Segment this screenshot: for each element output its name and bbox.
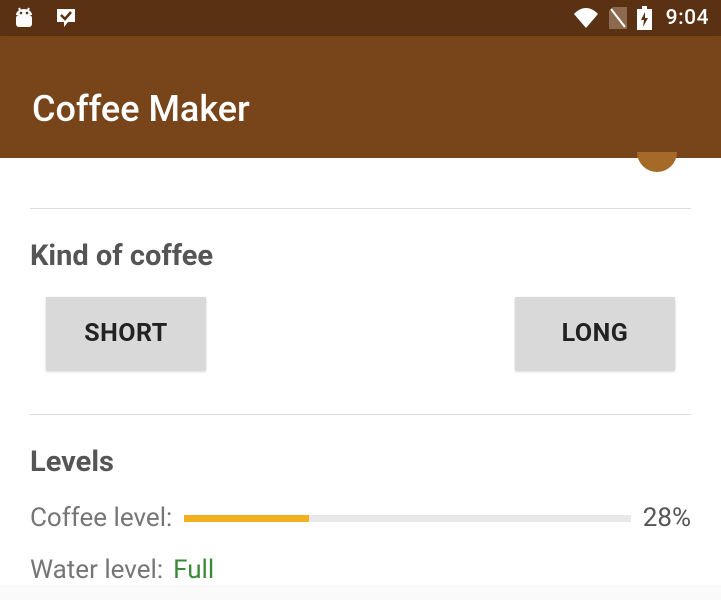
short-button[interactable]: SHORT — [46, 297, 206, 370]
no-sim-icon — [609, 7, 627, 29]
divider — [30, 208, 691, 209]
status-right: 9:04 — [573, 6, 709, 30]
android-head-icon — [12, 7, 36, 29]
kind-buttons-row: SHORT LONG — [30, 297, 691, 414]
checkmark-badge-icon — [54, 6, 78, 30]
status-bar: 9:04 — [0, 0, 721, 36]
long-button[interactable]: LONG — [515, 297, 675, 370]
coffee-level-percent: 28% — [643, 503, 691, 533]
water-level-row: Water level: Full — [30, 555, 691, 585]
page-title: Coffee Maker — [32, 88, 250, 130]
app-bar: Coffee Maker — [0, 36, 721, 158]
coffee-level-label: Coffee level: — [30, 503, 172, 533]
coffee-level-progress-fill — [184, 515, 309, 522]
status-left — [12, 6, 78, 30]
water-level-value: Full — [173, 555, 214, 585]
water-level-label: Water level: — [30, 555, 163, 585]
coffee-level-progress — [184, 515, 630, 522]
content: Kind of coffee SHORT LONG Levels Coffee … — [0, 158, 721, 585]
divider — [30, 414, 691, 415]
battery-charging-icon — [637, 6, 652, 30]
section-title-levels: Levels — [30, 445, 691, 479]
section-title-kind: Kind of coffee — [30, 239, 691, 273]
coffee-level-row: Coffee level: 28% — [30, 503, 691, 533]
status-clock: 9:04 — [666, 6, 709, 30]
wifi-icon — [573, 8, 599, 28]
